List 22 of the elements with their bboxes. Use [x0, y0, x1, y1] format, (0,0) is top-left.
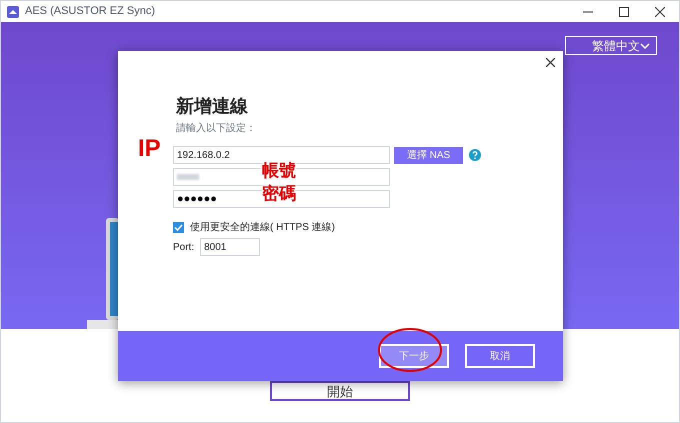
- close-icon[interactable]: [546, 58, 555, 67]
- dialog-title: 新增連線: [176, 95, 249, 117]
- maximize-icon[interactable]: [619, 6, 629, 16]
- dialog-subtitle: 請輸入以下設定：: [176, 122, 257, 136]
- start-button[interactable]: 開始: [270, 381, 410, 401]
- port-label: Port:: [173, 240, 194, 254]
- language-select[interactable]: 繁體中文: [565, 36, 657, 55]
- highlight-ellipse: [377, 327, 443, 373]
- checkbox-label: 使用更安全的連線( HTTPS 連線): [190, 220, 335, 235]
- cancel-button[interactable]: 取消: [465, 344, 535, 368]
- window-title: AES (ASUSTOR EZ Sync): [25, 4, 155, 20]
- help-icon[interactable]: [469, 149, 481, 161]
- app-icon: [7, 6, 19, 18]
- blurred-text: [177, 174, 199, 180]
- close-icon[interactable]: [655, 6, 665, 16]
- annotation-label: 帳號: [262, 161, 296, 181]
- checkbox[interactable]: [173, 222, 184, 233]
- port-field[interactable]: 8001: [200, 238, 260, 256]
- choose-nas-button[interactable]: 選擇 NAS: [394, 146, 463, 164]
- chevron-down-icon: [640, 42, 650, 48]
- checkmark-icon: [174, 223, 183, 232]
- annotation-label: IP: [138, 137, 161, 161]
